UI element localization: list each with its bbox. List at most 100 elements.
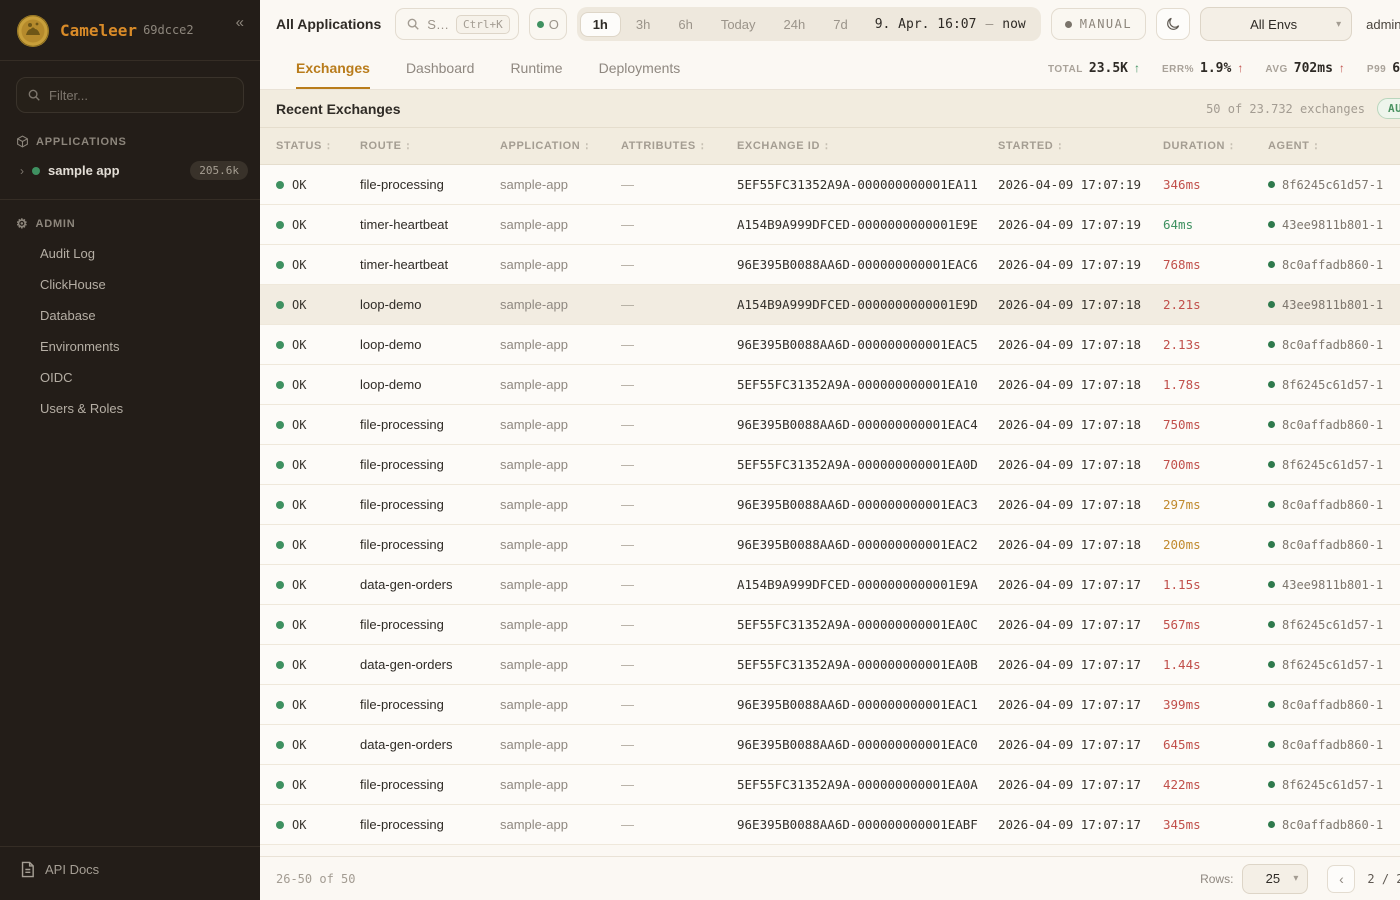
admin-label: ADMIN	[35, 218, 75, 230]
started-value: 2026-04-09 17:07:17	[998, 657, 1163, 672]
agent-value: 8f6245c61d57-1	[1282, 178, 1383, 192]
attributes-value: —	[621, 337, 737, 352]
gear-icon: ⚙	[16, 216, 28, 232]
table-row[interactable]: OK file-processing sample-app — 96E395B0…	[260, 805, 1400, 845]
column-header-exchange-id[interactable]: EXCHANGE ID∶	[737, 140, 998, 153]
sidebar-item-database[interactable]: Database	[0, 300, 260, 331]
exchange-id-value: 96E395B0088AA6D-000000000001EAC1	[737, 697, 998, 712]
sidebar-item-environments[interactable]: Environments	[0, 331, 260, 362]
table-row[interactable]: OK data-gen-orders sample-app — A154B9A9…	[260, 565, 1400, 605]
search-button[interactable]: S… Ctrl+K	[395, 8, 518, 40]
duration-value: 2.13s	[1163, 337, 1268, 352]
time-range-today[interactable]: Today	[708, 12, 769, 37]
application-value: sample-app	[500, 217, 621, 232]
sidebar-collapse-icon[interactable]: «	[234, 14, 246, 31]
agent-value: 8c0affadb860-1	[1282, 818, 1383, 832]
column-header-started[interactable]: STARTED∶	[998, 140, 1163, 153]
agent-value: 8f6245c61d57-1	[1282, 458, 1383, 472]
duration-value: 700ms	[1163, 457, 1268, 472]
app-status-dot-icon	[32, 167, 40, 175]
application-value: sample-app	[500, 337, 621, 352]
sort-icon: ∶	[407, 140, 410, 153]
attributes-value: —	[621, 257, 737, 272]
table-row[interactable]: OK data-gen-orders sample-app — 96E395B0…	[260, 725, 1400, 765]
time-range-1h[interactable]: 1h	[580, 12, 621, 37]
tab-dashboard[interactable]: Dashboard	[406, 48, 475, 89]
exchange-id-value: A154B9A999DFCED-0000000000001E9D	[737, 297, 998, 312]
api-docs-link[interactable]: API Docs	[0, 846, 260, 900]
table-row[interactable]: OK data-gen-orders sample-app — 5EF55FC3…	[260, 645, 1400, 685]
duration-value: 345ms	[1163, 817, 1268, 832]
time-range-7d[interactable]: 7d	[820, 12, 860, 37]
table-row[interactable]: OK file-processing sample-app — 96E395B0…	[260, 405, 1400, 445]
status-value: OK	[292, 738, 306, 752]
table-row[interactable]: OK file-processing sample-app — 96E395B0…	[260, 525, 1400, 565]
table-row[interactable]: OK loop-demo sample-app — 5EF55FC31352A9…	[260, 365, 1400, 405]
column-header-route[interactable]: ROUTE∶	[360, 140, 500, 153]
prev-page-button[interactable]: ‹	[1327, 865, 1355, 893]
route-value: data-gen-orders	[360, 737, 500, 752]
auto-badge[interactable]: AUTO	[1377, 98, 1400, 119]
env-select[interactable]: All Envs ▾	[1200, 7, 1352, 41]
column-header-application[interactable]: APPLICATION∶	[500, 140, 621, 153]
table-row[interactable]: OK file-processing sample-app — 96E395B0…	[260, 685, 1400, 725]
status-ok-dot-icon	[276, 221, 284, 229]
time-range-6h[interactable]: 6h	[665, 12, 705, 37]
attributes-value: —	[621, 617, 737, 632]
filter-input[interactable]	[49, 88, 233, 103]
table-row[interactable]: OK loop-demo sample-app — 96E395B0088AA6…	[260, 325, 1400, 365]
duration-value: 200ms	[1163, 537, 1268, 552]
sort-icon: ∶	[327, 140, 330, 153]
date-range-display[interactable]: 9. Apr. 16:07 — now	[863, 17, 1038, 32]
sidebar-item-audit-log[interactable]: Audit Log	[0, 238, 260, 269]
ok-dot-icon	[537, 21, 544, 28]
column-header-agent[interactable]: AGENT∶	[1268, 140, 1400, 153]
column-header-attributes[interactable]: ATTRIBUTES∶	[621, 140, 737, 153]
application-value: sample-app	[500, 457, 621, 472]
table-row[interactable]: OK file-processing sample-app — 5EF55FC3…	[260, 445, 1400, 485]
sidebar-item-oidc[interactable]: OIDC	[0, 362, 260, 393]
time-range-24h[interactable]: 24h	[771, 12, 819, 37]
agent-value: 8f6245c61d57-1	[1282, 658, 1383, 672]
time-range-3h[interactable]: 3h	[623, 12, 663, 37]
sidebar-item-users-roles[interactable]: Users & Roles	[0, 393, 260, 424]
search-icon	[406, 17, 420, 31]
exchange-id-value: 96E395B0088AA6D-000000000001EAC0	[737, 737, 998, 752]
sidebar-item-sample-app[interactable]: › sample app 205.6k	[0, 154, 260, 187]
attributes-value: —	[621, 777, 737, 792]
status-value: OK	[292, 698, 306, 712]
table-body: OK file-processing sample-app — 5EF55FC3…	[260, 165, 1400, 856]
table-row[interactable]: OK file-processing sample-app — 5EF55FC3…	[260, 605, 1400, 645]
table-row[interactable]: OK timer-heartbeat sample-app — 96E395B0…	[260, 245, 1400, 285]
stat-avg: AVG702ms↑	[1265, 61, 1345, 76]
table-row[interactable]: OK timer-heartbeat sample-app — A154B9A9…	[260, 205, 1400, 245]
route-value: file-processing	[360, 697, 500, 712]
application-value: sample-app	[500, 657, 621, 672]
trend-up-icon: ↑	[1339, 61, 1345, 75]
table-row[interactable]: OK file-processing sample-app — 96E395B0…	[260, 485, 1400, 525]
chevron-right-icon[interactable]: ›	[20, 164, 24, 178]
date-range-start: 9. Apr. 16:07	[875, 17, 977, 32]
table-row[interactable]: OK loop-demo sample-app — A154B9A999DFCE…	[260, 285, 1400, 325]
theme-toggle-button[interactable]	[1156, 8, 1190, 40]
started-value: 2026-04-09 17:07:17	[998, 577, 1163, 592]
table-row[interactable]: OK file-processing sample-app — 5EF55FC3…	[260, 165, 1400, 205]
tab-deployments[interactable]: Deployments	[599, 48, 681, 89]
exchange-id-value: 96E395B0088AA6D-000000000001EAC3	[737, 497, 998, 512]
attributes-value: —	[621, 657, 737, 672]
sidebar-item-clickhouse[interactable]: ClickHouse	[0, 269, 260, 300]
tab-exchanges[interactable]: Exchanges	[296, 48, 370, 89]
started-value: 2026-04-09 17:07:18	[998, 537, 1163, 552]
rows-per-page-select[interactable]: 25 ▾	[1242, 864, 1308, 894]
column-header-duration[interactable]: DURATION∶	[1163, 140, 1268, 153]
application-value: sample-app	[500, 377, 621, 392]
status-filter-button[interactable]: O	[529, 8, 567, 40]
attributes-value: —	[621, 737, 737, 752]
table-row[interactable]: OK file-processing sample-app — 5EF55FC3…	[260, 765, 1400, 805]
column-header-status[interactable]: STATUS∶	[276, 140, 360, 153]
exchange-id-value: 96E395B0088AA6D-000000000001EABF	[737, 817, 998, 832]
tab-runtime[interactable]: Runtime	[510, 48, 562, 89]
status-value: OK	[292, 378, 306, 392]
attributes-value: —	[621, 497, 737, 512]
refresh-mode-button[interactable]: MANUAL	[1051, 8, 1146, 40]
